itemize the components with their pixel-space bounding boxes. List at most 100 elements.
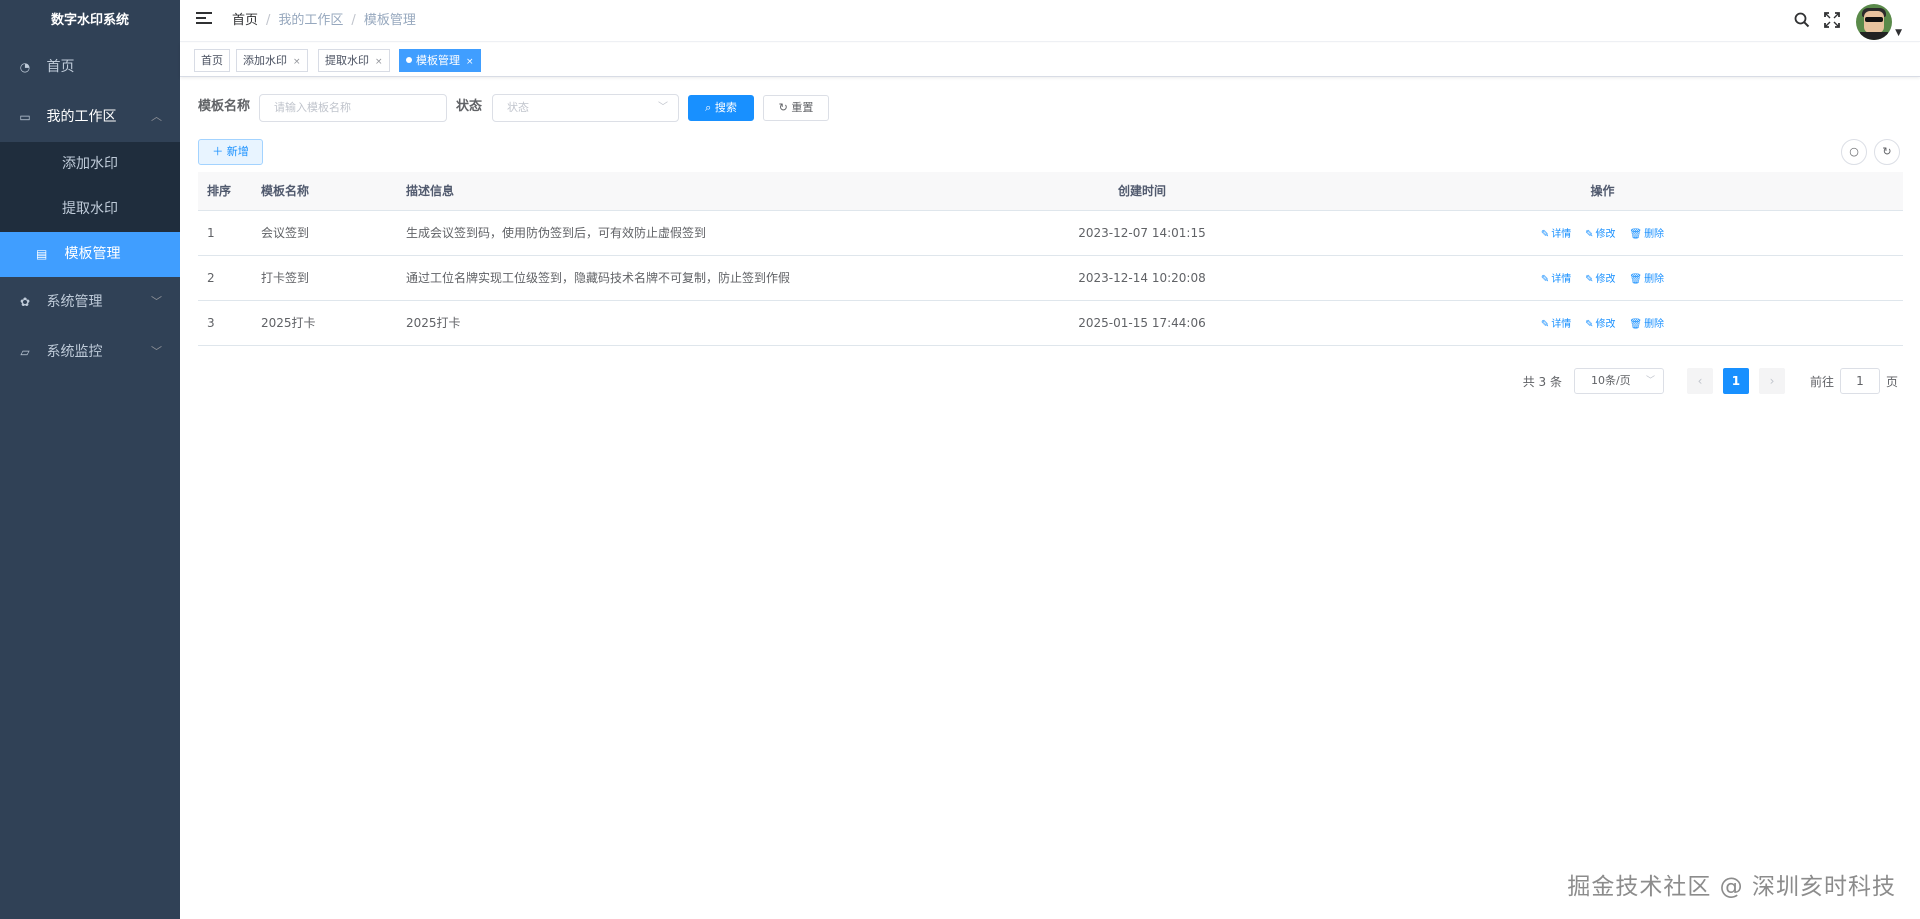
delete-label: 删除 — [1644, 319, 1665, 330]
main-content: 模板名称 请输入模板名称 状态 状态 ﹀ ⌕ 搜索 ↻ 重置 ＋ 新增 ○ ↻ … — [180, 78, 1920, 919]
add-button[interactable]: ＋ 新增 — [198, 139, 263, 165]
detail-label: 详情 — [1551, 319, 1572, 330]
page-number-button[interactable]: 1 — [1722, 368, 1749, 394]
pagination: 共 3 条 10条/页 ﹀ ‹ 1 › 前往 1 页 — [1523, 368, 1898, 394]
delete-label: 删除 — [1644, 274, 1665, 285]
delete-link[interactable]: 🗑 删除 — [1629, 229, 1664, 240]
gear-icon: ✿ — [19, 295, 31, 309]
refresh-button[interactable]: ↻ — [1874, 139, 1900, 165]
close-icon[interactable]: × — [375, 57, 383, 67]
document-icon: ▤ — [36, 247, 48, 261]
edit-icon: ✎ — [1585, 319, 1594, 330]
table-row: 2 打卡签到 通过工位名牌实现工位级签到，隐藏码技术名牌不可复制，防止签到作假 … — [198, 256, 1903, 301]
edit-label: 修改 — [1595, 274, 1616, 285]
detail-link[interactable]: ✎ 详情 — [1541, 274, 1571, 285]
prev-page-button[interactable]: ‹ — [1686, 368, 1713, 394]
chevron-down-icon: ﹀ — [151, 295, 162, 308]
cell-order: 1 — [207, 226, 215, 240]
chevron-down-icon: ﹀ — [658, 102, 668, 113]
edit-link[interactable]: ✎ 修改 — [1585, 229, 1615, 240]
goto-label: 前往 — [1809, 374, 1834, 389]
trash-icon: 🗑 — [1629, 319, 1643, 330]
next-page-button[interactable]: › — [1758, 368, 1785, 394]
toggle-search-button[interactable]: ○ — [1841, 139, 1867, 165]
table-row: 1 会议签到 生成会议签到码，使用防伪签到后，可有效防止虚假签到 2023-12… — [198, 211, 1903, 256]
trash-icon: 🗑 — [1629, 229, 1643, 240]
navbar: 首页 / 我的工作区 / 模板管理 ▼ — [180, 0, 1920, 42]
sidebar-item-add-watermark[interactable]: 添加水印 — [0, 142, 180, 187]
detail-link[interactable]: ✎ 详情 — [1541, 319, 1571, 330]
sidebar-item-system-management[interactable]: ✿ 系统管理 ﹀ — [0, 277, 180, 327]
reset-button-label: 重置 — [791, 101, 814, 114]
hamburger-icon[interactable] — [196, 12, 212, 26]
refresh-icon: ↻ — [1882, 145, 1892, 158]
sidebar-item-template-management[interactable]: ▤ 模板管理 — [0, 232, 180, 277]
tag-home[interactable]: 首页 — [194, 49, 230, 72]
detail-link[interactable]: ✎ 详情 — [1541, 229, 1571, 240]
tag-extract-watermark[interactable]: 提取水印 × — [318, 49, 390, 72]
template-name-label: 模板名称 — [198, 99, 251, 114]
sidebar-item-home[interactable]: ◔ 首页 — [0, 42, 180, 92]
cell-created: 2023-12-07 14:01:15 — [1078, 226, 1206, 240]
close-icon[interactable]: × — [293, 57, 301, 67]
close-icon[interactable]: × — [466, 57, 474, 67]
sidebar-item-system-monitor[interactable]: ▱ 系统监控 ﹀ — [0, 327, 180, 377]
tags-view: 首页 添加水印 × 提取水印 × 模板管理 × — [180, 43, 1920, 77]
sidebar-item-workspace[interactable]: ▭ 我的工作区 ︿ — [0, 92, 180, 142]
edit-icon: ✎ — [1540, 229, 1550, 240]
cell-actions: ✎ 详情 ✎ 修改 🗑 删除 — [1302, 301, 1903, 345]
delete-link[interactable]: 🗑 删除 — [1629, 274, 1664, 285]
tag-label: 首页 — [201, 54, 223, 67]
cell-created: 2023-12-14 10:20:08 — [1078, 271, 1206, 285]
table-row: 3 2025打卡 2025打卡 2025-01-15 17:44:06 ✎ 详情 … — [198, 301, 1903, 346]
chart-monitor-icon: ▱ — [20, 345, 30, 359]
avatar[interactable] — [1856, 4, 1893, 40]
cell-desc: 通过工位名牌实现工位级签到，隐藏码技术名牌不可复制，防止签到作假 — [406, 271, 791, 285]
sidebar-item-extract-watermark[interactable]: 提取水印 — [0, 187, 180, 232]
tag-label: 提取水印 — [325, 54, 369, 67]
chevron-right-icon: › — [1769, 374, 1775, 388]
tag-template-management[interactable]: 模板管理 × — [399, 49, 481, 72]
edit-link[interactable]: ✎ 修改 — [1585, 274, 1615, 285]
edit-label: 修改 — [1595, 319, 1616, 330]
cell-actions: ✎ 详情 ✎ 修改 🗑 删除 — [1302, 256, 1903, 300]
chevron-down-icon: ﹀ — [151, 345, 162, 358]
reset-button[interactable]: ↻ 重置 — [763, 95, 829, 121]
page-size-select[interactable]: 10条/页 ﹀ — [1573, 368, 1664, 394]
edit-link[interactable]: ✎ 修改 — [1585, 319, 1615, 330]
detail-label: 详情 — [1551, 229, 1572, 240]
cell-order: 2 — [207, 271, 215, 285]
search-button-label: 搜索 — [714, 101, 737, 114]
edit-icon: ✎ — [1540, 319, 1550, 330]
detail-label: 详情 — [1551, 274, 1572, 285]
cell-order: 3 — [207, 316, 215, 330]
delete-link[interactable]: 🗑 删除 — [1629, 319, 1664, 330]
page-jump-input[interactable]: 1 — [1839, 368, 1880, 394]
edit-label: 修改 — [1595, 229, 1616, 240]
breadcrumb: 首页 / 我的工作区 / 模板管理 — [232, 13, 416, 28]
app-title: 数字水印系统 — [50, 13, 129, 28]
search-icon[interactable] — [1792, 12, 1812, 32]
search-icon: ○ — [1849, 145, 1859, 158]
tag-add-watermark[interactable]: 添加水印 × — [236, 49, 308, 72]
column-header: 排序 — [207, 184, 232, 198]
tag-label: 添加水印 — [243, 54, 287, 67]
delete-label: 删除 — [1644, 229, 1665, 240]
watermark-text: 掘金技术社区 @ 深圳亥时科技 — [1567, 874, 1896, 900]
search-button[interactable]: ⌕ 搜索 — [688, 95, 754, 121]
tag-label: 模板管理 — [416, 54, 460, 67]
breadcrumb-item[interactable]: 首页 — [232, 13, 258, 28]
fullscreen-icon[interactable] — [1822, 12, 1842, 32]
cell-name: 2025打卡 — [261, 316, 316, 330]
active-dot-icon — [406, 57, 412, 63]
chevron-up-icon: ︿ — [151, 110, 162, 123]
template-table: 排序 模板名称 描述信息 创建时间 操作 1 会议签到 生成会议签到码，使用防伪… — [198, 172, 1903, 346]
caret-down-icon[interactable]: ▼ — [1895, 28, 1902, 38]
chevron-down-icon: ﹀ — [1645, 376, 1655, 386]
edit-icon: ✎ — [1585, 229, 1594, 240]
status-label: 状态 — [456, 99, 483, 114]
status-select[interactable]: 状态 ﹀ — [492, 94, 679, 122]
sidebar-item-label: 我的工作区 — [46, 109, 117, 125]
template-name-input[interactable]: 请输入模板名称 — [259, 94, 447, 122]
sidebar: 数字水印系统 ◔ 首页 ▭ 我的工作区 ︿ 添加水印 提取水印 ▤ 模板管理 ✿… — [0, 0, 180, 919]
